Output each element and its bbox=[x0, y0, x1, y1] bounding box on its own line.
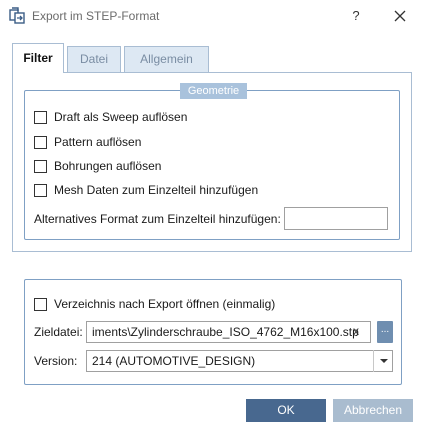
option-open-directory[interactable]: Verzeichnis nach Export öffnen (einmalig… bbox=[34, 296, 275, 312]
close-icon[interactable] bbox=[390, 6, 410, 26]
tab-datei[interactable]: Datei bbox=[67, 46, 121, 72]
chevron-down-icon[interactable] bbox=[373, 350, 393, 372]
browse-button[interactable]: ... bbox=[377, 321, 393, 343]
option-draft-sweep[interactable]: Draft als Sweep auflösen bbox=[34, 109, 187, 125]
bohrungen-label: Bohrungen auflösen bbox=[54, 159, 162, 173]
tab-filter[interactable]: Filter bbox=[12, 43, 64, 73]
target-file-input[interactable]: iments\Zylinderschraube_ISO_4762_M16x100… bbox=[86, 321, 371, 343]
step-export-icon bbox=[9, 7, 25, 24]
pattern-label: Pattern auflösen bbox=[54, 135, 142, 149]
title-bar: Export im STEP-Format ? bbox=[0, 0, 424, 32]
mesh-daten-checkbox[interactable] bbox=[34, 183, 47, 197]
option-bohrungen[interactable]: Bohrungen auflösen bbox=[34, 158, 161, 174]
alt-format-label: Alternatives Format zum Einzelteil hinzu… bbox=[34, 212, 281, 226]
window-title: Export im STEP-Format bbox=[32, 9, 160, 23]
version-select[interactable]: 214 (AUTOMOTIVE_DESIGN) bbox=[86, 350, 393, 372]
version-label: Version: bbox=[34, 354, 78, 368]
clear-target-button[interactable]: x bbox=[353, 324, 359, 338]
pattern-checkbox[interactable] bbox=[34, 135, 47, 149]
draft-sweep-checkbox[interactable] bbox=[34, 110, 47, 124]
alt-format-input[interactable] bbox=[284, 207, 388, 230]
help-button[interactable]: ? bbox=[346, 6, 366, 26]
mesh-daten-label: Mesh Daten zum Einzelteil hinzufügen bbox=[54, 183, 259, 197]
target-file-label: Zieldatei: bbox=[34, 325, 83, 339]
open-directory-label: Verzeichnis nach Export öffnen (einmalig… bbox=[54, 297, 276, 311]
bohrungen-checkbox[interactable] bbox=[34, 159, 47, 173]
option-mesh-daten[interactable]: Mesh Daten zum Einzelteil hinzufügen bbox=[34, 182, 258, 198]
draft-sweep-label: Draft als Sweep auflösen bbox=[54, 110, 188, 124]
open-directory-checkbox[interactable] bbox=[34, 297, 47, 311]
geometry-group-legend: Geometrie bbox=[180, 83, 247, 99]
cancel-button[interactable]: Abbrechen bbox=[333, 399, 413, 422]
option-pattern[interactable]: Pattern auflösen bbox=[34, 134, 141, 150]
tab-allgemein[interactable]: Allgemein bbox=[124, 46, 209, 72]
ok-button[interactable]: OK bbox=[246, 399, 326, 422]
